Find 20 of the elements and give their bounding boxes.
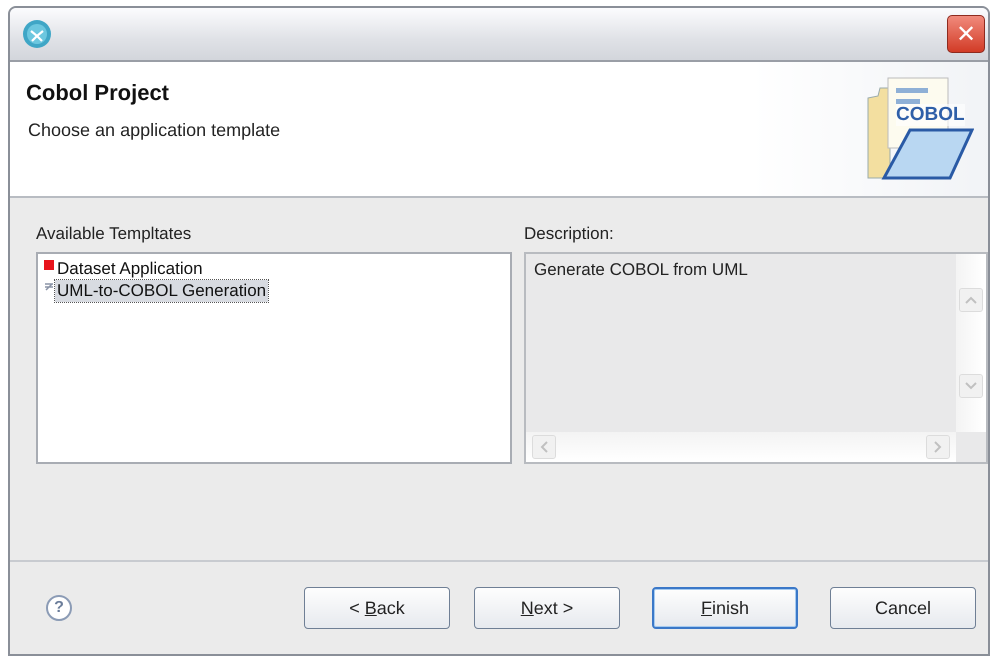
scroll-up-icon[interactable] bbox=[959, 288, 983, 312]
diagram-icon bbox=[44, 282, 54, 292]
wizard-button[interactable]: Finish bbox=[652, 587, 798, 629]
description-label: Description: bbox=[524, 224, 614, 244]
scroll-right-icon[interactable] bbox=[926, 435, 950, 459]
templates-label: Available Templtates bbox=[36, 224, 192, 244]
page-title: Cobol Project bbox=[26, 80, 170, 106]
wizard-button[interactable]: < Back bbox=[304, 587, 450, 629]
scroll-left-icon[interactable] bbox=[532, 435, 556, 459]
template-item[interactable]: Dataset Application bbox=[44, 258, 205, 280]
help-icon[interactable]: ? bbox=[46, 595, 72, 621]
description-text: Generate COBOL from UML bbox=[533, 259, 749, 281]
page-subtitle: Choose an application template bbox=[28, 120, 280, 141]
horizontal-scrollbar[interactable] bbox=[526, 432, 956, 462]
wizard-button[interactable]: Next > bbox=[474, 587, 620, 629]
wizard-button[interactable]: Cancel bbox=[830, 587, 976, 629]
vertical-scrollbar[interactable] bbox=[956, 254, 986, 432]
scroll-down-icon[interactable] bbox=[959, 374, 983, 398]
square-icon bbox=[44, 260, 54, 270]
app-icon bbox=[22, 19, 52, 49]
